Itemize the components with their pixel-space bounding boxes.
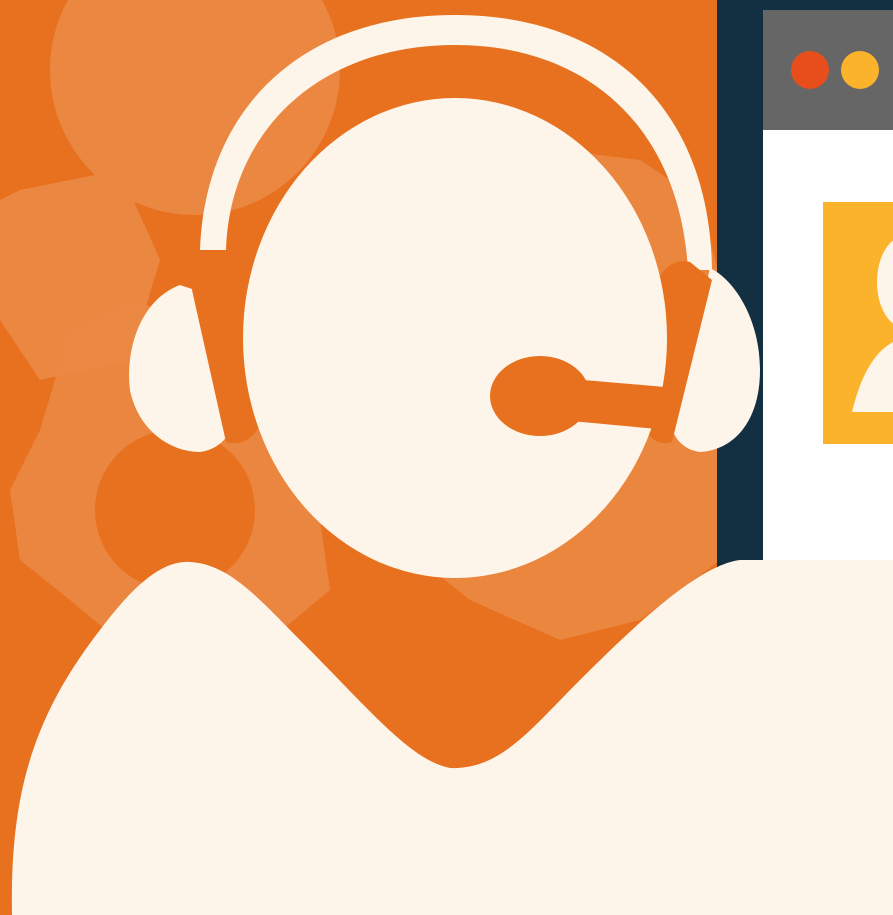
support-illustration (0, 0, 893, 915)
window-close-dot[interactable] (791, 51, 829, 89)
window-minimize-dot[interactable] (841, 51, 879, 89)
illustration-canvas (0, 0, 893, 915)
head (243, 98, 667, 578)
user-profile-icon (823, 202, 893, 444)
